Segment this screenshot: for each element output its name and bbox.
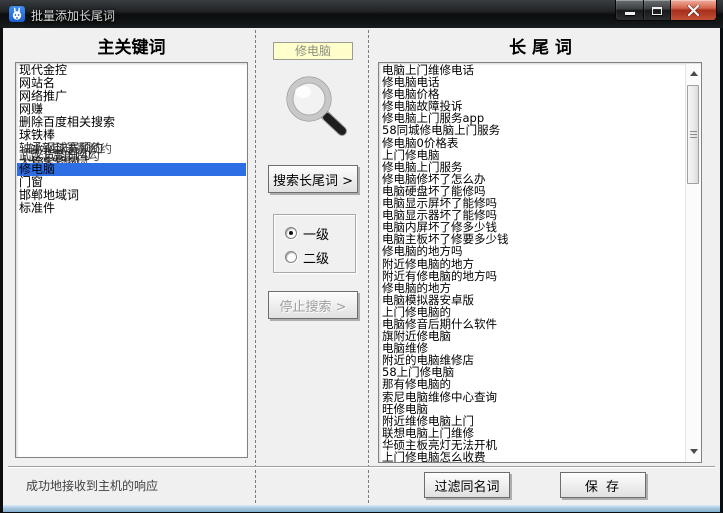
radio-label: 一级 [303, 224, 329, 243]
longtail-list-item[interactable]: 修电脑的地方吗 [380, 245, 684, 257]
longtail-list-item[interactable]: 58同城修电脑上门服务 [380, 124, 684, 136]
garbled-overlapped-text[interactable]: 轴承钢球赛预约轴承钢球赛预约武汉货韵日勾武汉货韵日勾大连宝修词大连宝修词 [17, 142, 246, 163]
scroll-down-icon [690, 449, 698, 454]
level-groupbox: 一级二级 [273, 214, 356, 273]
scroll-down-button[interactable] [686, 444, 701, 459]
longtail-list-item[interactable]: 附近维修电脑上门 [380, 415, 684, 427]
status-groove [8, 466, 715, 467]
app-window: 批量添加长尾词 主关键词 长 尾 词 现代金控网站名网络推广网赚删除百度相关搜索… [0, 0, 723, 513]
longtail-list-item[interactable]: 上门修电脑 [380, 149, 684, 161]
main-keywords-list: 现代金控网站名网络推广网赚删除百度相关搜索球铁棒轴承钢球赛预约轴承钢球赛预约武汉… [17, 64, 246, 215]
keyword-list-item[interactable]: 球铁棒 [17, 129, 246, 142]
longtail-list-item[interactable]: 附近有修电脑的地方吗 [380, 270, 684, 282]
longtail-list-item[interactable]: 那有修电脑的 [380, 378, 684, 390]
radio-label: 二级 [303, 248, 329, 267]
longtail-list-item[interactable]: 修电脑0价格表 [380, 137, 684, 149]
level-radio-row[interactable]: 一级 [285, 226, 329, 240]
longtail-list-item[interactable]: 索尼电脑维修中心查询 [380, 391, 684, 403]
minimize-icon [625, 12, 635, 15]
scrollbar-thumb[interactable] [687, 85, 699, 184]
window-bottom-border [3, 505, 720, 512]
magnifier-icon [281, 74, 351, 140]
longtail-list-item[interactable]: 修电脑的地方 [380, 282, 684, 294]
scroll-up-icon [690, 71, 698, 76]
main-keywords-listbox[interactable]: 现代金控网站名网络推广网赚删除百度相关搜索球铁棒轴承钢球赛预约轴承钢球赛预约武汉… [15, 62, 248, 458]
longtail-list-item[interactable]: 上门修电脑怎么收费 [380, 451, 684, 463]
caption-buttons [615, 0, 717, 21]
keyword-list-item[interactable]: 网络推广 [17, 90, 246, 103]
current-keyword-label: 修电脑 [273, 42, 353, 60]
close-icon [687, 5, 700, 16]
longtail-list-item[interactable]: 旺修电脑 [380, 403, 684, 415]
app-rabbit-icon [9, 6, 25, 22]
radio-button[interactable] [285, 251, 297, 263]
level-radio-row[interactable]: 二级 [285, 250, 329, 264]
scrollbar[interactable] [685, 64, 700, 461]
separator-right [368, 30, 369, 503]
separator-left [255, 30, 256, 503]
titlebar[interactable]: 批量添加长尾词 [0, 0, 723, 28]
search-longtail-button[interactable]: 搜索长尾词 > [268, 165, 358, 193]
longtail-list-item[interactable]: 附近修电脑的地方 [380, 258, 684, 270]
stop-search-button: 停止搜索 > [268, 291, 358, 319]
scrollbar-grip-icon [690, 131, 697, 139]
radio-button[interactable] [285, 227, 297, 239]
close-button[interactable] [671, 0, 717, 21]
maximize-button[interactable] [644, 0, 671, 21]
filter-duplicates-button[interactable]: 过滤同名词 [424, 472, 510, 498]
longtail-words-listbox[interactable]: 电脑上门维修电话修电脑电话修电脑价格修电脑故障投诉修电脑上门服务app58同城修… [378, 62, 702, 463]
longtail-words-header: 长 尾 词 [378, 33, 703, 58]
main-keywords-header: 主关键词 [15, 33, 248, 58]
window-title: 批量添加长尾词 [31, 7, 115, 24]
status-message: 成功地接收到主机的响应 [26, 477, 158, 494]
longtail-words-list: 电脑上门维修电话修电脑电话修电脑价格修电脑故障投诉修电脑上门服务app58同城修… [380, 64, 684, 463]
save-button[interactable]: 保 存 [560, 472, 646, 498]
keyword-list-item[interactable]: 修电脑 [17, 163, 246, 176]
keyword-list-item[interactable]: 标准件 [17, 202, 246, 215]
minimize-button[interactable] [615, 0, 644, 21]
scroll-up-button[interactable] [686, 66, 701, 81]
maximize-icon [652, 7, 662, 15]
